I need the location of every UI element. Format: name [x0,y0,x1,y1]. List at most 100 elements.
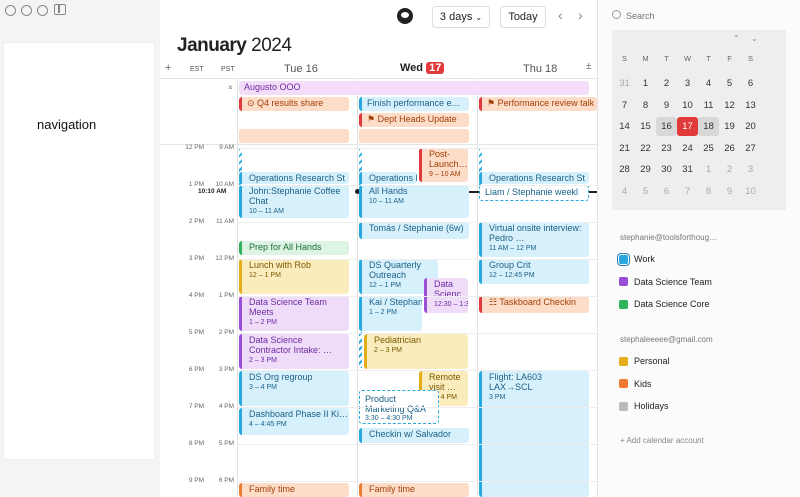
calendar-color-swatch[interactable] [619,379,628,388]
event-pediatrician[interactable]: Pediatrician 2 – 3 PM [364,334,468,369]
event-prep-all-hands[interactable]: Prep for All Hands [239,241,349,255]
mini-cal-day[interactable]: 8 [698,182,719,201]
event-operations-research-wed[interactable]: Operations Ri [359,172,417,184]
calendar-item[interactable]: Personal [619,356,670,366]
calendar-item[interactable]: Holidays [619,401,669,411]
expand-days-button[interactable]: ± [586,61,592,72]
mini-cal-day[interactable]: 31 [677,160,698,179]
event-contractor-intake[interactable]: Data Science Contractor Intake: … 2 – 3 P… [239,334,349,369]
event-augusto-ooo[interactable]: Augusto OOO [239,81,589,95]
mini-cal-day[interactable]: 31 [614,74,635,93]
mini-cal-day[interactable]: 9 [656,96,677,115]
event-dept-heads[interactable]: ⚑ Dept Heads Update [359,113,469,127]
event-operations-research-thu[interactable]: Operations Research St [479,172,589,184]
day-header-thu[interactable]: Thu 18 [523,63,557,75]
avatar[interactable] [397,8,413,24]
event-virtual-onsite[interactable]: Virtual onsite interview: Pedro … 11 AM –… [479,222,589,257]
mini-cal-day[interactable]: 27 [740,139,761,158]
event-ds-org-regroup[interactable]: DS Org regroup 3 – 4 PM [239,371,349,406]
add-calendar-account-button[interactable]: + Add calendar account [620,436,704,445]
event-kai-stephanie[interactable]: Kai / Stephan 1 – 2 PM [359,296,422,331]
calendar-color-swatch[interactable] [619,277,628,286]
mini-cal-day[interactable]: 2 [719,160,740,179]
collapse-allday-icon[interactable]: ⌅ [227,82,234,91]
event-dashboard-phase[interactable]: Dashboard Phase II Ki… 4 – 4:45 PM [239,408,349,435]
mini-cal-day[interactable]: 15 [635,117,656,136]
calendar-color-swatch[interactable] [617,252,630,266]
event-liam-stephanie[interactable]: Liam / Stephanie weekl [479,185,589,201]
event-lunch-rob[interactable]: Lunch with Rob 12 – 1 PM [239,259,349,294]
mini-cal-day[interactable]: 13 [740,96,761,115]
mini-cal-day[interactable]: 24 [677,139,698,158]
day-header-wed[interactable]: Wed 17 [400,62,445,74]
sidebar-toggle-icon[interactable] [54,4,66,15]
mini-cal-day[interactable]: 30 [656,160,677,179]
event-taskboard-checkin[interactable]: ☷ Taskboard Checkin [479,296,589,313]
event-all-hands[interactable]: All Hands 10 – 11 AM [359,185,469,218]
next-arrow-icon[interactable]: › [578,7,583,23]
calendar-item[interactable]: Data Science Core [619,299,710,309]
view-selector-button[interactable]: 3 days ⌄ [432,6,490,28]
mini-cal-day[interactable]: 1 [698,160,719,179]
mini-cal-day[interactable]: 9 [719,182,740,201]
mini-cal-day[interactable]: 22 [635,139,656,158]
mini-cal-day[interactable]: 4 [614,182,635,201]
mini-cal-day[interactable]: 21 [614,139,635,158]
search-input[interactable] [626,8,786,24]
event-coffee-chat[interactable]: John:Stephanie Coffee Chat 10 – 11 AM [239,185,349,218]
mini-cal-day[interactable]: 1 [635,74,656,93]
mini-cal-day[interactable]: 19 [719,117,740,136]
mini-cal-day[interactable]: 29 [635,160,656,179]
add-timezone-button[interactable]: + [165,62,171,74]
mini-cal-day[interactable]: 3 [677,74,698,93]
event-tomas-stephanie[interactable]: Tomás / Stephanie (6w) [359,222,469,239]
mini-cal-day[interactable]: 3 [740,160,761,179]
mini-cal-day[interactable]: 23 [656,139,677,158]
event-group-crit[interactable]: Group Crit 12 – 12:45 PM [479,259,589,284]
event-family-time-tue[interactable]: Family time [239,483,349,497]
mini-cal-day[interactable]: 8 [635,96,656,115]
mini-cal-day[interactable]: 10 [677,96,698,115]
mini-cal-day[interactable]: 12 [719,96,740,115]
prev-arrow-icon[interactable]: ‹ [558,7,563,23]
mini-cal-day[interactable]: 11 [698,96,719,115]
calendar-color-swatch[interactable] [619,401,628,411]
mini-cal-day[interactable]: 10 [740,182,761,201]
mini-cal-day[interactable]: 2 [656,74,677,93]
mini-cal-prev-icon[interactable]: ⌃ [733,34,740,43]
allday-block-wed[interactable] [359,129,469,143]
calendar-item[interactable]: Data Science Team [619,277,712,287]
mini-cal-day[interactable]: 20 [740,117,761,136]
mini-cal-day[interactable]: 16 [656,117,677,136]
mini-cal-day[interactable]: 6 [740,74,761,93]
minimize-window-button[interactable] [21,5,32,16]
mini-cal-day[interactable]: 18 [698,117,719,136]
calendar-item[interactable]: Kids [619,379,652,389]
mini-cal-day[interactable]: 28 [614,160,635,179]
allday-block-tue[interactable] [239,129,349,143]
event-checkin-salvador[interactable]: Checkin w/ Salvador [359,428,469,443]
day-header-tue[interactable]: Tue 16 [284,63,318,75]
event-ds-team-meets[interactable]: Data Science Team Meets 1 – 2 PM [239,296,349,331]
mini-cal-next-icon[interactable]: ⌄ [751,34,758,43]
mini-cal-day[interactable]: 17 [677,117,698,136]
mini-cal-day[interactable]: 25 [698,139,719,158]
event-family-time-wed[interactable]: Family time [359,483,469,497]
mini-cal-day[interactable]: 5 [635,182,656,201]
mini-cal-day[interactable]: 4 [698,74,719,93]
mini-cal-day[interactable]: 5 [719,74,740,93]
event-post-launch[interactable]: Post-Launch… 9 – 10 AM [419,148,468,182]
event-flight[interactable]: Flight: LA603 LAX→SCL 3 PM [479,371,589,497]
calendar-color-swatch[interactable] [619,299,628,309]
mini-cal-day[interactable]: 7 [677,182,698,201]
mini-cal-day[interactable]: 14 [614,117,635,136]
mini-cal-day[interactable]: 6 [656,182,677,201]
mini-cal-day[interactable]: 7 [614,96,635,115]
calendar-item[interactable]: Work [617,252,655,266]
event-finish-performance[interactable]: Finish performance e… [359,97,469,111]
event-performance-review[interactable]: ⚑ Performance review talk [479,97,597,111]
event-operations-research-tue[interactable]: Operations Research St [239,172,349,184]
maximize-window-button[interactable] [37,5,48,16]
close-window-button[interactable] [5,5,16,16]
mini-cal-day[interactable]: 26 [719,139,740,158]
